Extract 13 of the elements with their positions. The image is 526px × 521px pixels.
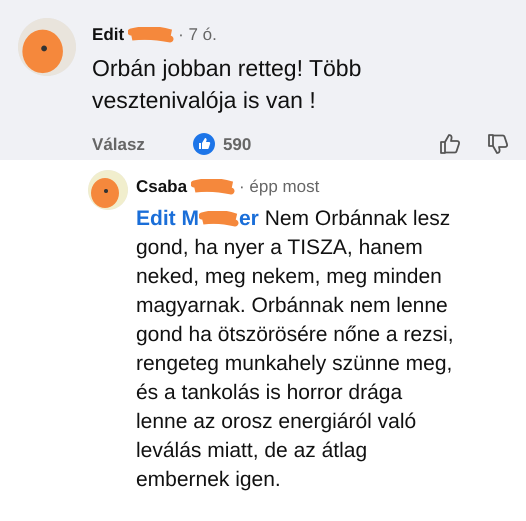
redaction-scribble bbox=[199, 210, 239, 227]
thumbs-up-icon[interactable] bbox=[438, 132, 462, 156]
like-count: 590 bbox=[222, 134, 252, 156]
author-name[interactable]: Csaba bbox=[136, 174, 188, 200]
reply-text: Edit M er Nem Orbánnak lesz gond, ha nyer a TISZA, hanem neked, meg nekem, meg minden magyarnak. Orbánnak nem lenne gond ha ötszörösére nőne a rezsi, rengeteg munkahely szünne meg, és a tankolás is horror drága lenne az orosz energiáról való leválás miatt, de az átlag embernek igen. bbox=[136, 206, 454, 492]
timestamp: · 7 ó. bbox=[178, 24, 217, 46]
mention-link[interactable]: Edit M er bbox=[136, 206, 259, 230]
like-reaction-icon bbox=[192, 133, 215, 156]
reply-link[interactable]: Válasz bbox=[92, 132, 145, 157]
timestamp: · épp most bbox=[239, 176, 320, 198]
author-name[interactable]: Edit bbox=[92, 22, 124, 48]
comment-text: Orbán jobban retteg! Több vesztenivalója is van ! bbox=[92, 54, 362, 115]
thumbs-down-icon[interactable] bbox=[486, 132, 510, 156]
